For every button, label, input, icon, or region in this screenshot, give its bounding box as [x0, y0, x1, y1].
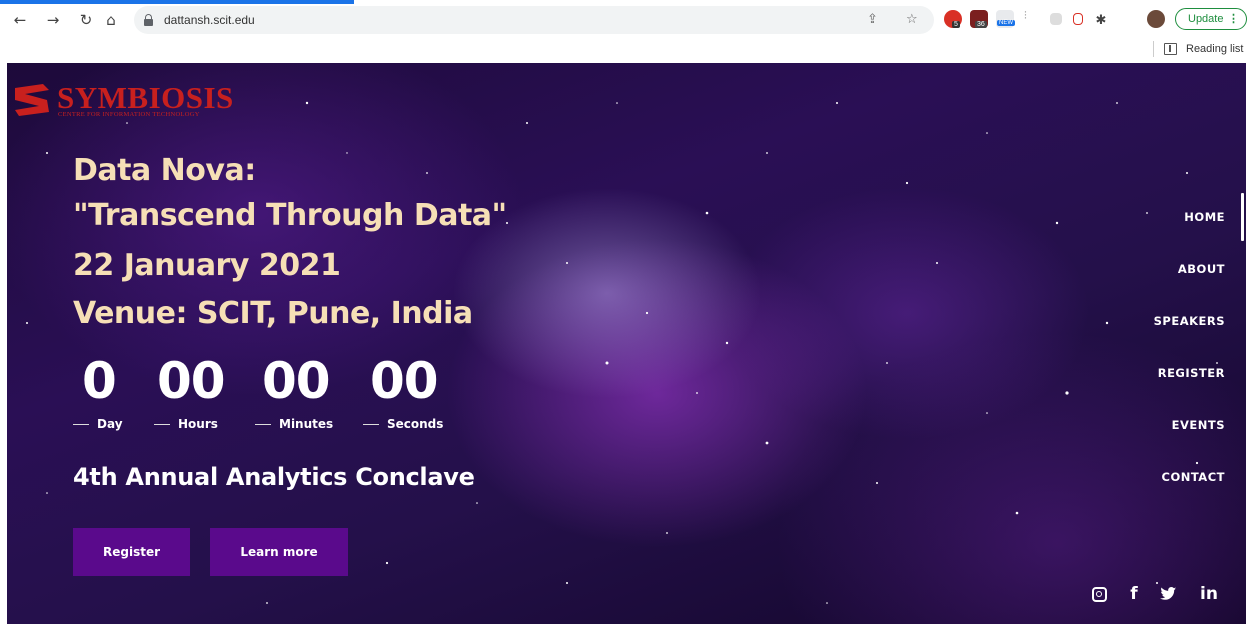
- puzzle-icon[interactable]: ✱: [1090, 9, 1112, 31]
- back-icon[interactable]: ←: [9, 9, 31, 31]
- extension-icon[interactable]: [1050, 13, 1062, 25]
- conclave-subtitle: 4th Annual Analytics Conclave: [73, 463, 475, 491]
- countdown-hours: 00: [157, 352, 226, 410]
- reading-list-icon[interactable]: [1164, 43, 1177, 55]
- reload-icon[interactable]: ↻: [75, 9, 97, 31]
- countdown-seconds-label: Seconds: [363, 417, 443, 431]
- nav-about[interactable]: ABOUT: [1178, 262, 1225, 276]
- nav-register[interactable]: REGISTER: [1158, 366, 1225, 380]
- extension-badge: NEW: [997, 20, 1015, 26]
- update-label: Update: [1188, 13, 1224, 25]
- symbiosis-logo[interactable]: SYMBIOSIS CENTRE FOR INFORMATION TECHNOL…: [13, 80, 253, 120]
- countdown-seconds: 00: [370, 352, 439, 410]
- extension-icon[interactable]: ⫶: [1024, 10, 1042, 28]
- nav-contact[interactable]: CONTACT: [1162, 470, 1225, 484]
- countdown-minutes-label: Minutes: [255, 417, 333, 431]
- reading-list-label[interactable]: Reading list: [1186, 43, 1243, 55]
- event-title: Data Nova:: [73, 153, 256, 188]
- countdown-hours-label: Hours: [154, 417, 218, 431]
- update-button[interactable]: Update ⋮: [1175, 8, 1247, 30]
- countdown-days: 0: [82, 352, 117, 410]
- logo-mark-icon: [15, 84, 49, 116]
- extension-badge: 5: [952, 21, 960, 28]
- countdown-minutes: 00: [262, 352, 331, 410]
- bookmarks-separator: [1153, 41, 1154, 57]
- starfield-background: [26, 101, 1218, 604]
- instagram-icon[interactable]: [1088, 583, 1110, 605]
- browser-toolbar: ← → ↻ ⌂ dattansh.scit.edu ⇪ ☆ 5 36 NEW ⫶…: [0, 4, 1253, 36]
- linkedin-icon[interactable]: in: [1198, 583, 1220, 605]
- extension-badge: 36: [975, 21, 987, 28]
- menu-dots-icon[interactable]: ⋮: [1228, 9, 1239, 29]
- nav-home[interactable]: HOME: [1184, 210, 1225, 224]
- register-button[interactable]: Register: [73, 528, 190, 576]
- lock-icon[interactable]: [144, 14, 153, 26]
- forward-icon[interactable]: →: [42, 9, 64, 31]
- nav-events[interactable]: EVENTS: [1172, 418, 1225, 432]
- event-tagline: "Transcend Through Data": [73, 198, 507, 233]
- address-bar[interactable]: dattansh.scit.edu ⇪ ☆: [134, 6, 934, 34]
- twitter-icon[interactable]: [1157, 583, 1179, 605]
- url-text[interactable]: dattansh.scit.edu: [164, 13, 255, 27]
- facebook-icon[interactable]: f: [1123, 583, 1145, 605]
- star-icon[interactable]: ☆: [906, 12, 918, 27]
- extension-icon[interactable]: [1073, 13, 1083, 25]
- logo-subtitle: CENTRE FOR INFORMATION TECHNOLOGY: [58, 111, 200, 118]
- event-date: 22 January 2021: [73, 248, 341, 283]
- event-venue: Venue: SCIT, Pune, India: [73, 296, 473, 331]
- bookmarks-bar: Reading list: [0, 36, 1253, 62]
- learn-more-button[interactable]: Learn more: [210, 528, 348, 576]
- countdown-days-label: Day: [73, 417, 123, 431]
- share-icon[interactable]: ⇪: [867, 12, 878, 27]
- hero-section: SYMBIOSIS CENTRE FOR INFORMATION TECHNOL…: [7, 63, 1246, 624]
- home-icon[interactable]: ⌂: [100, 9, 122, 31]
- nav-speakers[interactable]: SPEAKERS: [1154, 314, 1225, 328]
- scroll-indicator: [1241, 193, 1244, 241]
- profile-avatar[interactable]: [1147, 10, 1165, 28]
